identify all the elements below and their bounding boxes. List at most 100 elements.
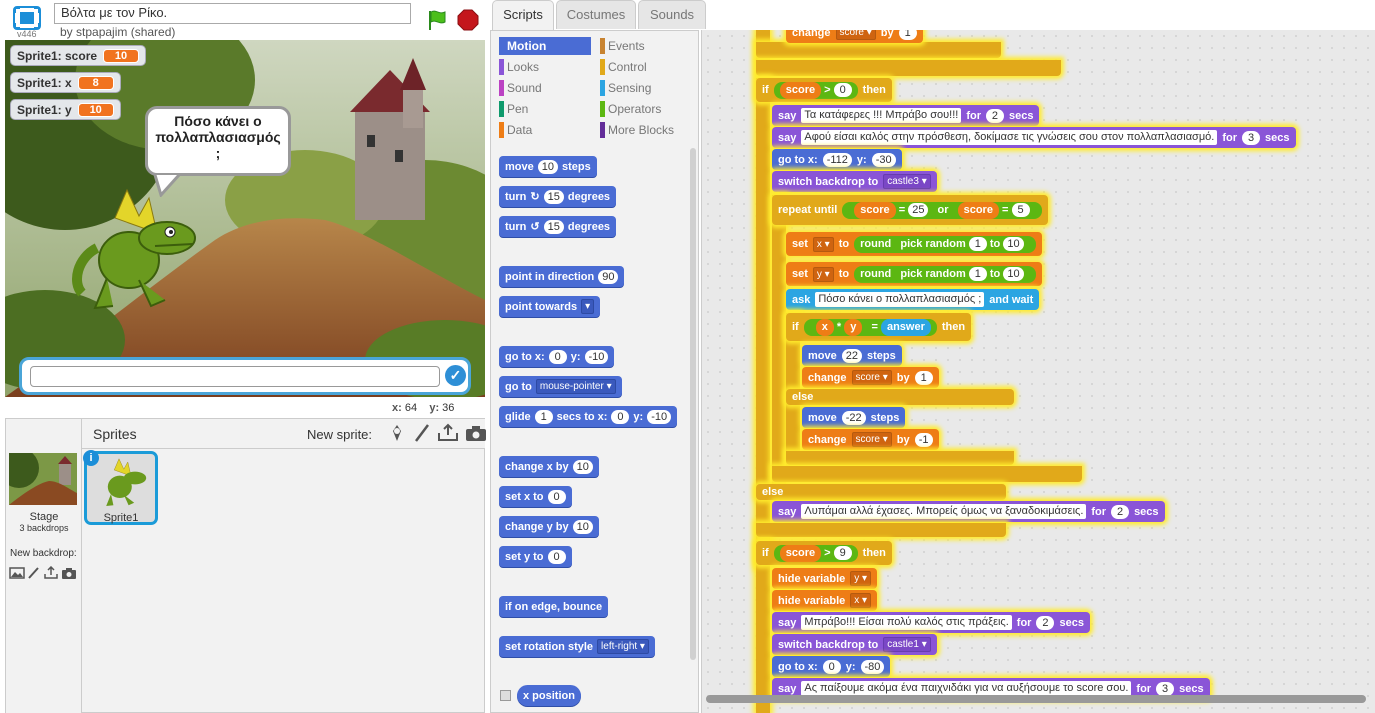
operator-or: score = 25 or score = 5 <box>842 201 1042 219</box>
upload-icon[interactable] <box>437 423 459 443</box>
category-control[interactable]: Control <box>600 58 695 76</box>
block-set-x-random[interactable]: setxtoround pick random 1 to 10 <box>786 232 1042 256</box>
block-set-y-random[interactable]: setytoround pick random 1 to 10 <box>786 262 1042 286</box>
green-flag-icon[interactable] <box>426 9 448 31</box>
stage-selector[interactable]: Stage 3 backdrops New backdrop: <box>6 419 82 713</box>
stop-icon[interactable] <box>457 9 479 31</box>
tab-scripts[interactable]: Scripts <box>492 0 554 30</box>
category-motion[interactable]: Motion <box>499 37 591 55</box>
category-operators[interactable]: Operators <box>600 100 695 118</box>
block-set-x[interactable]: set x to 0 <box>499 486 572 507</box>
block-palette: Motion Looks Sound Pen Data Events Contr… <box>490 30 699 713</box>
block-go-to-xy[interactable]: go to x: 0 y: -10 <box>499 346 615 367</box>
block-change-score[interactable]: changescoreby1 <box>786 30 923 43</box>
stage-canvas[interactable]: Sprite1: score 10 Sprite1: x8 Sprite1: y1… <box>5 40 485 397</box>
dragon-sprite-thumbnail <box>106 458 147 506</box>
sprite-library-pane: Stage 3 backdrops New backdrop: Sprites … <box>5 418 487 713</box>
block-change-score-minus[interactable]: changescoreby-1 <box>802 429 939 450</box>
sprite-library-icon[interactable] <box>387 423 407 443</box>
palette-scrollbar[interactable] <box>690 148 696 660</box>
block-go-to[interactable]: go to mouse-pointer <box>499 376 622 397</box>
block-set-y[interactable]: set y to 0 <box>499 546 572 567</box>
category-data[interactable]: Data <box>499 121 591 139</box>
block-categories: Motion Looks Sound Pen Data Events Contr… <box>499 37 699 147</box>
if-arm-2 <box>756 541 770 713</box>
ask-prompt-box: ✓ <box>19 357 471 395</box>
block-point-in-direction[interactable]: point in direction 90 <box>499 266 625 287</box>
block-hide-variable-x[interactable]: hide variable x <box>772 590 878 611</box>
block-turn-left[interactable]: turn ↺ 15 degrees <box>499 216 617 237</box>
block-set-rotation-style[interactable]: set rotation style left-right <box>499 636 655 657</box>
block-repeat-until[interactable]: repeat until score = 25 or score = 5 <box>772 195 1048 225</box>
new-sprite-label: New sprite: <box>307 427 373 442</box>
sprite-thumbnail-sprite1[interactable]: i Sprite1 <box>83 450 158 525</box>
block-hide-variable-y[interactable]: hide variable y <box>772 568 878 589</box>
block-change-y[interactable]: change y by 10 <box>499 516 599 537</box>
watcher-value: 10 <box>77 102 114 117</box>
block-x-position[interactable]: x position <box>517 685 581 706</box>
category-pen[interactable]: Pen <box>499 100 591 118</box>
backdrop-library-icon[interactable] <box>9 566 25 580</box>
watcher-value: 8 <box>77 75 114 90</box>
stage-thumbnail[interactable] <box>9 453 77 505</box>
watcher-score[interactable]: Sprite1: score 10 <box>10 45 147 66</box>
watcher-y[interactable]: Sprite1: y 10 <box>10 99 121 120</box>
block-move[interactable]: move 10 steps <box>499 156 597 177</box>
block-if-answer[interactable]: if x * y = answer then <box>786 313 972 341</box>
upload-icon[interactable] <box>43 566 59 580</box>
block-change-score-plus[interactable]: changescoreby1 <box>802 367 939 388</box>
category-sensing[interactable]: Sensing <box>600 79 695 97</box>
inner-if-bottom <box>786 451 1014 465</box>
block-move-minus-22[interactable]: move -22 steps <box>802 407 906 428</box>
watcher-value: 10 <box>103 48 140 63</box>
block-move-22[interactable]: move 22 steps <box>802 345 902 366</box>
block-glide[interactable]: glide 1 secs to x: 0 y: -10 <box>499 406 678 427</box>
block-turn-right[interactable]: turn ↻ 15 degrees <box>499 186 617 207</box>
rotate-left-icon: ↺ <box>530 221 540 233</box>
tab-costumes[interactable]: Costumes <box>556 0 636 29</box>
block-say-2[interactable]: say Αφού είσαι καλός στην πρόσθεση, δοκίμ… <box>772 127 1296 148</box>
project-header: v446 Βόλτα με τον Ρίκο. by stpapajim (sh… <box>0 0 488 40</box>
script-area[interactable]: changescoreby1 ifscore > 0then sayΤα κατ… <box>701 30 1375 713</box>
category-more-blocks[interactable]: More Blocks <box>600 121 695 139</box>
block-say-3[interactable]: say Λυπάμαι αλλά έχασες. Μπορείς όμως να … <box>772 501 1165 522</box>
new-backdrop-label: New backdrop: <box>10 548 77 559</box>
category-events[interactable]: Events <box>600 37 695 55</box>
block-else-inner[interactable]: else <box>786 389 1014 405</box>
new-backdrop-tools <box>9 566 77 580</box>
ask-answer-input[interactable] <box>30 366 440 387</box>
block-if-score-gt-9[interactable]: if score > 9 then <box>756 541 892 565</box>
paint-brush-icon[interactable] <box>413 423 431 443</box>
c-block-bottom <box>756 42 1001 58</box>
block-go-to-xy-2[interactable]: go to x: 0 y: -80 <box>772 656 891 677</box>
check-icon[interactable]: ✓ <box>445 365 466 386</box>
block-if-score-gt-0[interactable]: if score > 0 then <box>756 78 892 102</box>
x-position-checkbox[interactable] <box>500 690 511 701</box>
block-say-1[interactable]: say Τα κατάφερες !!! Μπράβο σου!!! for 2 sec… <box>772 105 1040 126</box>
block-change-x[interactable]: change x by 10 <box>499 456 599 477</box>
block-switch-backdrop-1[interactable]: switch backdrop to castle3 <box>772 171 937 192</box>
sprites-title: Sprites <box>93 426 137 442</box>
fullscreen-icon[interactable] <box>13 6 41 30</box>
tab-sounds[interactable]: Sounds <box>638 0 706 29</box>
block-say-4[interactable]: say Μπράβο!!! Είσαι πολύ καλός στις πράξε… <box>772 612 1090 633</box>
category-looks[interactable]: Looks <box>499 58 591 76</box>
camera-icon[interactable] <box>61 566 77 580</box>
dragon-sprite[interactable] <box>67 188 202 313</box>
block-bounce[interactable]: if on edge, bounce <box>499 596 609 617</box>
script-area-scrollbar[interactable] <box>706 695 1366 703</box>
paint-brush-icon[interactable] <box>27 566 41 580</box>
watcher-x[interactable]: Sprite1: x8 <box>10 72 121 93</box>
block-else-outer[interactable]: else <box>756 484 1006 500</box>
block-ask[interactable]: ask Πόσο κάνει ο πολλαπλασιασμός ; and wai… <box>786 289 1040 310</box>
project-title-input[interactable]: Βόλτα με τον Ρίκο. <box>54 3 411 24</box>
block-point-towards[interactable]: point towards <box>499 296 601 317</box>
category-sound[interactable]: Sound <box>499 79 591 97</box>
block-go-to-xy-1[interactable]: go to x: -112 y: -30 <box>772 149 902 170</box>
camera-icon[interactable] <box>465 423 487 443</box>
repeat-arm <box>772 195 786 485</box>
block-switch-backdrop-2[interactable]: switch backdrop to castle1 <box>772 634 937 655</box>
sprite-name: Sprite1 <box>103 512 139 524</box>
operator-gt: score > 0 <box>773 81 858 99</box>
rotate-right-icon: ↻ <box>530 191 540 203</box>
